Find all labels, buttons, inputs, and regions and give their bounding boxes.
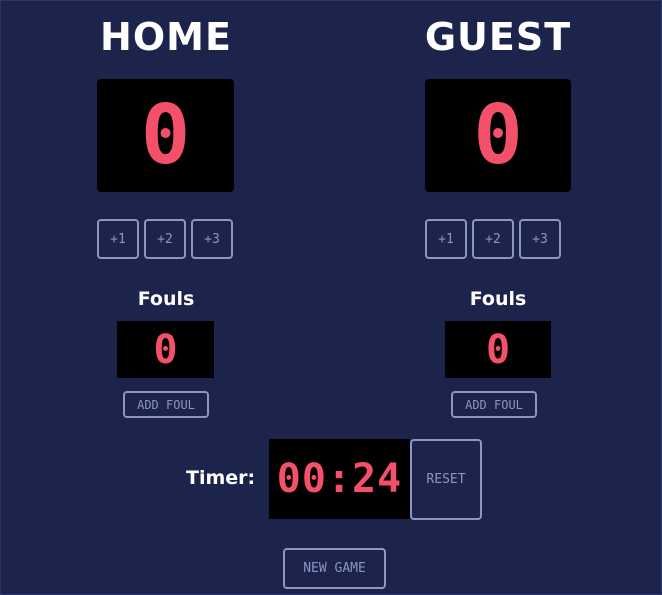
guest-fouls-value: 0 — [485, 326, 511, 373]
home-fouls-value: 0 — [153, 326, 178, 373]
home-title: HOME — [100, 15, 232, 59]
guest-score: 0 — [473, 87, 523, 183]
guest-add-2-button[interactable]: +2 — [472, 219, 514, 259]
home-fouls-display: 0 — [117, 321, 214, 378]
home-add-1-button[interactable]: +1 — [97, 219, 139, 259]
new-game-button[interactable]: NEW GAME — [283, 548, 386, 589]
home-score-display: 0 — [97, 79, 234, 192]
home-add-2-button[interactable]: +2 — [144, 219, 186, 259]
guest-fouls-display: 0 — [445, 321, 551, 378]
guest-add-3-button[interactable]: +3 — [519, 219, 561, 259]
timer-value: 00:24 — [276, 456, 403, 502]
guest-score-display: 0 — [425, 79, 571, 192]
timer-label: Timer: — [186, 467, 256, 489]
timer-display: 00:24 — [269, 439, 410, 519]
guest-title: GUEST — [424, 15, 572, 59]
home-add-foul-button[interactable]: ADD FOUL — [123, 391, 209, 418]
home-score: 0 — [140, 87, 191, 183]
guest-add-foul-button[interactable]: ADD FOUL — [451, 391, 537, 418]
timer-reset-button[interactable]: RESET — [410, 439, 482, 520]
guest-add-1-button[interactable]: +1 — [425, 219, 467, 259]
home-add-3-button[interactable]: +3 — [191, 219, 233, 259]
home-fouls-label: Fouls — [137, 288, 195, 310]
guest-fouls-label: Fouls — [469, 288, 527, 310]
